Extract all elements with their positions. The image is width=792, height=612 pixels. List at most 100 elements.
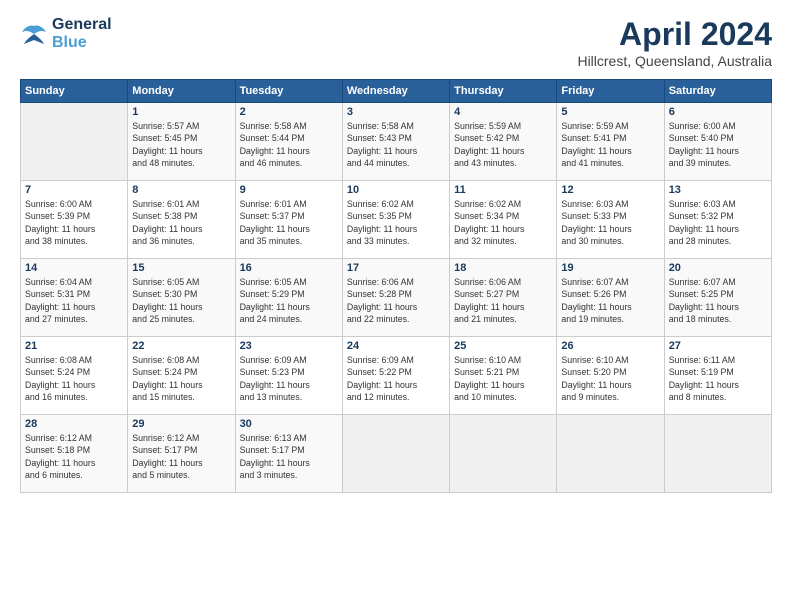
calendar-week-2: 7 Sunrise: 6:00 AMSunset: 5:39 PMDaylight…	[21, 181, 772, 259]
day-info: Sunrise: 6:00 AMSunset: 5:40 PMDaylight:…	[669, 120, 767, 169]
day-info: Sunrise: 5:59 AMSunset: 5:42 PMDaylight:…	[454, 120, 552, 169]
calendar-cell	[450, 415, 557, 493]
day-number: 20	[669, 262, 767, 274]
calendar-cell: 30Sunrise: 6:13 AMSunset: 5:17 PMDayligh…	[235, 415, 342, 493]
day-info: Sunrise: 6:09 AMSunset: 5:23 PMDaylight:…	[240, 354, 338, 403]
calendar-cell: 13 Sunrise: 6:03 AMSunset: 5:32 PMDayligh…	[664, 181, 771, 259]
calendar-cell: 4 Sunrise: 5:59 AMSunset: 5:42 PMDaylight…	[450, 103, 557, 181]
calendar-cell: 1 Sunrise: 5:57 AMSunset: 5:45 PMDaylight…	[128, 103, 235, 181]
day-number: 21	[25, 340, 123, 352]
calendar-cell: 14 Sunrise: 6:04 AMSunset: 5:31 PMDayligh…	[21, 259, 128, 337]
day-number: 30	[240, 418, 338, 430]
day-info: Sunrise: 6:08 AMSunset: 5:24 PMDaylight:…	[25, 354, 123, 403]
day-info: Sunrise: 6:11 AMSunset: 5:19 PMDaylight:…	[669, 354, 767, 403]
day-number: 2	[240, 106, 338, 118]
day-info: Sunrise: 6:10 AMSunset: 5:21 PMDaylight:…	[454, 354, 552, 403]
day-number: 19	[561, 262, 659, 274]
day-number: 11	[454, 184, 552, 196]
day-info: Sunrise: 6:03 AMSunset: 5:32 PMDaylight:…	[669, 198, 767, 247]
day-number: 4	[454, 106, 552, 118]
day-info: Sunrise: 6:06 AMSunset: 5:28 PMDaylight:…	[347, 276, 445, 325]
weekday-header-row: Sunday Monday Tuesday Wednesday Thursday…	[21, 80, 772, 103]
day-info: Sunrise: 6:07 AMSunset: 5:26 PMDaylight:…	[561, 276, 659, 325]
day-number: 3	[347, 106, 445, 118]
header-tuesday: Tuesday	[235, 80, 342, 103]
day-info: Sunrise: 6:12 AMSunset: 5:18 PMDaylight:…	[25, 432, 123, 481]
header-saturday: Saturday	[664, 80, 771, 103]
calendar-cell: 25 Sunrise: 6:10 AMSunset: 5:21 PMDayligh…	[450, 337, 557, 415]
calendar-cell: 18Sunrise: 6:06 AMSunset: 5:27 PMDayligh…	[450, 259, 557, 337]
day-number: 29	[132, 418, 230, 430]
day-info: Sunrise: 5:57 AMSunset: 5:45 PMDaylight:…	[132, 120, 230, 169]
day-info: Sunrise: 6:03 AMSunset: 5:33 PMDaylight:…	[561, 198, 659, 247]
day-number: 7	[25, 184, 123, 196]
calendar-cell: 10 Sunrise: 6:02 AMSunset: 5:35 PMDayligh…	[342, 181, 449, 259]
calendar-week-5: 28 Sunrise: 6:12 AMSunset: 5:18 PMDayligh…	[21, 415, 772, 493]
header-friday: Friday	[557, 80, 664, 103]
calendar-cell: 29 Sunrise: 6:12 AMSunset: 5:17 PMDayligh…	[128, 415, 235, 493]
calendar-cell: 19 Sunrise: 6:07 AMSunset: 5:26 PMDayligh…	[557, 259, 664, 337]
calendar-cell: 15 Sunrise: 6:05 AMSunset: 5:30 PMDayligh…	[128, 259, 235, 337]
logo: General Blue	[20, 16, 112, 52]
day-info: Sunrise: 6:01 AMSunset: 5:37 PMDaylight:…	[240, 198, 338, 247]
day-number: 22	[132, 340, 230, 352]
day-info: Sunrise: 6:07 AMSunset: 5:25 PMDaylight:…	[669, 276, 767, 325]
day-number: 16	[240, 262, 338, 274]
day-info: Sunrise: 6:09 AMSunset: 5:22 PMDaylight:…	[347, 354, 445, 403]
day-info: Sunrise: 6:12 AMSunset: 5:17 PMDaylight:…	[132, 432, 230, 481]
day-info: Sunrise: 6:05 AMSunset: 5:29 PMDaylight:…	[240, 276, 338, 325]
calendar-cell: 2 Sunrise: 5:58 AMSunset: 5:44 PMDaylight…	[235, 103, 342, 181]
calendar-cell: 21 Sunrise: 6:08 AMSunset: 5:24 PMDayligh…	[21, 337, 128, 415]
day-number: 27	[669, 340, 767, 352]
day-number: 12	[561, 184, 659, 196]
day-info: Sunrise: 6:10 AMSunset: 5:20 PMDaylight:…	[561, 354, 659, 403]
calendar-cell: 9 Sunrise: 6:01 AMSunset: 5:37 PMDaylight…	[235, 181, 342, 259]
day-number: 13	[669, 184, 767, 196]
logo-icon	[20, 22, 48, 46]
day-number: 15	[132, 262, 230, 274]
day-number: 14	[25, 262, 123, 274]
calendar-week-1: 1 Sunrise: 5:57 AMSunset: 5:45 PMDaylight…	[21, 103, 772, 181]
day-number: 17	[347, 262, 445, 274]
day-info: Sunrise: 6:00 AMSunset: 5:39 PMDaylight:…	[25, 198, 123, 247]
calendar-cell: 7 Sunrise: 6:00 AMSunset: 5:39 PMDaylight…	[21, 181, 128, 259]
day-number: 25	[454, 340, 552, 352]
calendar-cell: 17 Sunrise: 6:06 AMSunset: 5:28 PMDayligh…	[342, 259, 449, 337]
day-info: Sunrise: 6:08 AMSunset: 5:24 PMDaylight:…	[132, 354, 230, 403]
day-info: Sunrise: 6:05 AMSunset: 5:30 PMDaylight:…	[132, 276, 230, 325]
day-info: Sunrise: 5:58 AMSunset: 5:44 PMDaylight:…	[240, 120, 338, 169]
day-number: 28	[25, 418, 123, 430]
calendar-cell: 5 Sunrise: 5:59 AMSunset: 5:41 PMDaylight…	[557, 103, 664, 181]
calendar-cell: 6Sunrise: 6:00 AMSunset: 5:40 PMDaylight…	[664, 103, 771, 181]
calendar-cell	[557, 415, 664, 493]
day-number: 26	[561, 340, 659, 352]
day-info: Sunrise: 6:04 AMSunset: 5:31 PMDaylight:…	[25, 276, 123, 325]
month-title: April 2024	[577, 16, 772, 53]
location: Hillcrest, Queensland, Australia	[577, 53, 772, 69]
day-number: 23	[240, 340, 338, 352]
day-info: Sunrise: 6:02 AMSunset: 5:35 PMDaylight:…	[347, 198, 445, 247]
header: General Blue April 2024 Hillcrest, Queen…	[20, 16, 772, 69]
calendar-cell: 16 Sunrise: 6:05 AMSunset: 5:29 PMDayligh…	[235, 259, 342, 337]
calendar-cell: 28 Sunrise: 6:12 AMSunset: 5:18 PMDayligh…	[21, 415, 128, 493]
day-number: 5	[561, 106, 659, 118]
calendar-cell: 24Sunrise: 6:09 AMSunset: 5:22 PMDayligh…	[342, 337, 449, 415]
calendar-cell: 26 Sunrise: 6:10 AMSunset: 5:20 PMDayligh…	[557, 337, 664, 415]
day-info: Sunrise: 6:02 AMSunset: 5:34 PMDaylight:…	[454, 198, 552, 247]
calendar-cell: 11 Sunrise: 6:02 AMSunset: 5:34 PMDayligh…	[450, 181, 557, 259]
header-monday: Monday	[128, 80, 235, 103]
calendar-cell: 12 Sunrise: 6:03 AMSunset: 5:33 PMDayligh…	[557, 181, 664, 259]
calendar-cell	[342, 415, 449, 493]
calendar-cell	[664, 415, 771, 493]
day-number: 18	[454, 262, 552, 274]
calendar-cell: 23 Sunrise: 6:09 AMSunset: 5:23 PMDayligh…	[235, 337, 342, 415]
header-thursday: Thursday	[450, 80, 557, 103]
header-sunday: Sunday	[21, 80, 128, 103]
day-number: 9	[240, 184, 338, 196]
day-info: Sunrise: 6:01 AMSunset: 5:38 PMDaylight:…	[132, 198, 230, 247]
calendar-cell: 8Sunrise: 6:01 AMSunset: 5:38 PMDaylight…	[128, 181, 235, 259]
day-info: Sunrise: 5:58 AMSunset: 5:43 PMDaylight:…	[347, 120, 445, 169]
day-number: 10	[347, 184, 445, 196]
day-number: 1	[132, 106, 230, 118]
day-info: Sunrise: 5:59 AMSunset: 5:41 PMDaylight:…	[561, 120, 659, 169]
